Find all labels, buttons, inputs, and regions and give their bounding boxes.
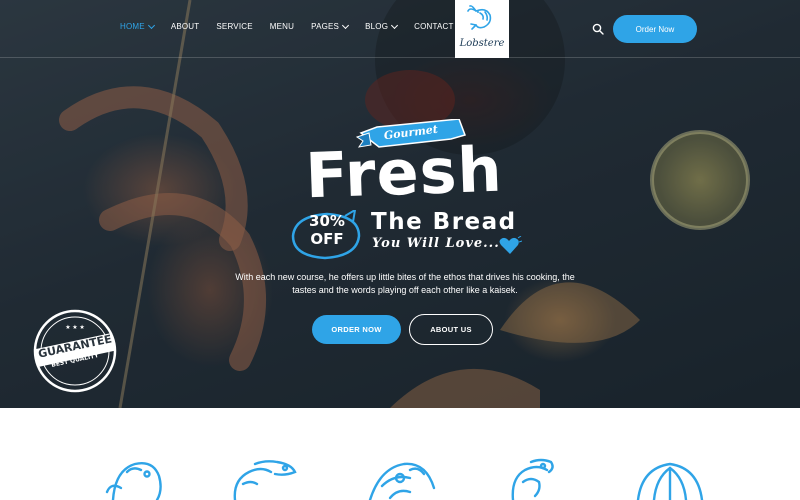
hero-section: Gourmet Fresh 30% OFF The Bread You Will… — [0, 0, 800, 408]
hero-description: With each new course, he offers up littl… — [235, 272, 575, 295]
nav-item-home[interactable]: HOME — [120, 21, 155, 31]
shell-icon — [636, 462, 704, 500]
hero-tagline: You Will Love... — [372, 236, 500, 251]
hero-about-us-button[interactable]: ABOUT US — [409, 314, 493, 345]
svg-text:★ ★ ★: ★ ★ ★ — [65, 324, 84, 331]
search-icon[interactable] — [592, 23, 604, 35]
nav-item-contact[interactable]: CONTACT — [414, 22, 453, 31]
heart-icon — [499, 236, 522, 254]
hero-headline: Fresh — [304, 132, 504, 213]
hero-subheadline: The Bread — [371, 209, 517, 235]
site-logo[interactable]: Lobstere — [455, 0, 509, 58]
site-header: HOME ABOUT SERVICE MENU PAGES BLOG CONTA… — [0, 0, 800, 58]
nav-item-service[interactable]: SERVICE — [216, 22, 252, 31]
badge-percent: 30% — [309, 212, 345, 230]
nav-item-pages[interactable]: PAGES — [311, 21, 350, 31]
logo-text: Lobstere — [459, 38, 505, 49]
chevron-down-icon — [147, 21, 155, 29]
nav-item-about[interactable]: ABOUT — [171, 22, 200, 31]
badge-off: OFF — [310, 230, 344, 248]
main-nav: HOME ABOUT SERVICE MENU PAGES BLOG CONTA… — [120, 21, 471, 31]
chevron-down-icon — [391, 21, 399, 29]
header-order-now-button[interactable]: Order Now — [613, 15, 697, 43]
fish-icon — [105, 462, 162, 500]
chevron-down-icon — [342, 21, 350, 29]
shrimp-icon — [233, 460, 297, 500]
shrimp-icon — [467, 5, 492, 30]
features-section — [0, 408, 800, 500]
nav-item-menu[interactable]: MENU — [270, 22, 294, 31]
nav-item-blog[interactable]: BLOG — [365, 21, 399, 31]
crab-icon — [368, 462, 436, 500]
hero-order-now-button[interactable]: ORDER NOW — [312, 315, 401, 344]
lobster-icon — [511, 458, 554, 500]
